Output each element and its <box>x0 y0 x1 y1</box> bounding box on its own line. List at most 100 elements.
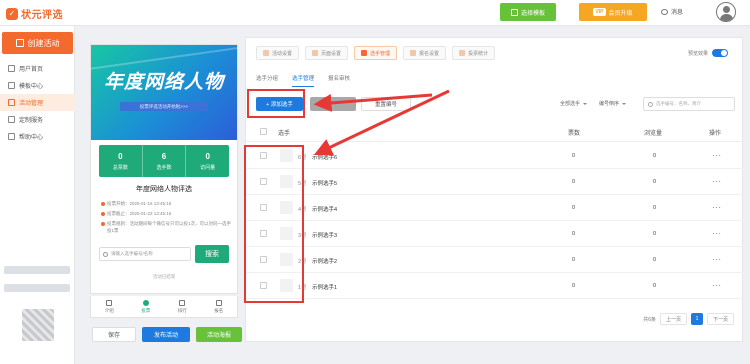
vip-upgrade-button[interactable]: VIP 会员升级 <box>579 3 647 21</box>
player-number: 2号 <box>298 259 307 265</box>
sidebar-item-activity-management[interactable]: 活动管理 <box>0 94 75 111</box>
step-vote-statistics[interactable]: 投票统计 <box>452 46 496 60</box>
player-name: 示例选手4 <box>312 207 338 213</box>
player-search-input[interactable]: 选手编号、名称、简介 <box>643 97 735 111</box>
row-checkbox[interactable] <box>260 178 267 185</box>
save-button[interactable]: 保存 <box>92 327 136 342</box>
rule-icon <box>101 221 105 226</box>
step-page-settings[interactable]: 页面设置 <box>305 46 349 60</box>
preview-search-input[interactable]: 请输入选手编号/名称 <box>99 247 191 261</box>
player-votes: 0 <box>572 153 576 159</box>
row-checkbox[interactable] <box>260 230 267 237</box>
stat-value: 0 <box>205 151 210 161</box>
signup-icon <box>410 50 417 56</box>
player-thumbnail <box>280 279 293 292</box>
stat-player-count: 6 选手数 <box>143 145 187 177</box>
more-actions-icon[interactable]: ··· <box>712 281 722 290</box>
info-end-time: 投票截止：2025-01-23 13:45:16 <box>101 210 231 217</box>
step-player-management[interactable]: 选手管理 <box>354 46 398 60</box>
tab-signup-review[interactable]: 报名审核 <box>328 74 350 87</box>
batch-action-button[interactable] <box>310 97 356 111</box>
app-logo[interactable]: ✓ 状元评选 <box>6 6 63 21</box>
activity-icon <box>8 99 15 106</box>
player-views: 0 <box>653 179 657 185</box>
select-all-checkbox[interactable] <box>260 128 267 135</box>
stat-visits: 0 访问量 <box>186 145 229 177</box>
tab-label: 排行 <box>177 307 187 313</box>
row-checkbox[interactable] <box>260 256 267 263</box>
player-management-panel: 活动设置 页面设置 选手管理 报名设置 投票统计 预览效果 选手分组 选手管理 … <box>245 37 744 342</box>
preview-search-button[interactable]: 搜索 <box>195 245 229 263</box>
banner-title: 年度网络人物 <box>103 72 224 93</box>
player-views: 0 <box>653 153 657 159</box>
table-row: 2号 示例选手2 0 0 ··· <box>246 247 744 273</box>
stats-panel: 0 总票数 6 选手数 0 访问量 <box>99 145 229 177</box>
message-link[interactable]: 消息 <box>661 7 683 16</box>
more-actions-icon[interactable]: ··· <box>712 177 722 186</box>
sort-order-select[interactable]: 编号倒序 <box>599 100 627 107</box>
logo-icon: ✓ <box>6 7 18 20</box>
more-actions-icon[interactable]: ··· <box>712 229 722 238</box>
pagination: 共6条 上一页 1 下一页 <box>643 313 734 325</box>
player-filter-select[interactable]: 全部选手 <box>560 100 588 107</box>
sidebar-item-user-home[interactable]: 用户首页 <box>0 60 75 77</box>
activity-poster-button[interactable]: 活动海报 <box>196 327 242 342</box>
create-activity-button[interactable]: 创建活动 <box>2 32 73 54</box>
preview-switch[interactable] <box>712 49 728 57</box>
help-icon <box>8 133 15 140</box>
tab-player-groups[interactable]: 选手分组 <box>256 74 278 87</box>
settings-steps: 活动设置 页面设置 选手管理 报名设置 投票统计 <box>256 46 501 60</box>
ranking-icon <box>179 299 186 306</box>
sidebar-item-help[interactable]: 帮助中心 <box>0 128 75 145</box>
tab-vote[interactable]: 投票 <box>128 296 165 317</box>
next-page-button[interactable]: 下一页 <box>706 313 734 325</box>
tab-player-management[interactable]: 选手管理 <box>292 74 315 87</box>
sidebar-item-custom-service[interactable]: 定制服务 <box>0 111 75 128</box>
subtabs: 选手分组 选手管理 报名审核 <box>256 74 364 87</box>
player-thumbnail <box>280 201 293 214</box>
tab-intro[interactable]: 介绍 <box>91 296 128 317</box>
preview-tab-bar: 介绍 投票 排行 报名 <box>90 296 238 318</box>
row-checkbox[interactable] <box>260 204 267 211</box>
settings-icon <box>263 50 269 56</box>
choose-template-label: 选择模板 <box>520 10 545 17</box>
table-row: 4号 示例选手4 0 0 ··· <box>246 195 744 221</box>
prev-page-button[interactable]: 上一页 <box>659 313 687 325</box>
current-page-button[interactable]: 1 <box>690 313 703 325</box>
step-signup-settings[interactable]: 报名设置 <box>403 46 447 60</box>
publish-activity-button[interactable]: 发布活动 <box>142 327 190 342</box>
chevron-down-icon <box>583 102 588 105</box>
row-checkbox[interactable] <box>260 282 267 289</box>
statistics-icon <box>459 50 466 56</box>
player-votes: 0 <box>572 257 576 263</box>
more-actions-icon[interactable]: ··· <box>712 151 722 160</box>
qr-code-image <box>22 309 54 341</box>
step-activity-settings[interactable]: 活动设置 <box>256 46 300 60</box>
vip-upgrade-label: 会员升级 <box>608 10 633 17</box>
choose-template-button[interactable]: 选择模板 <box>500 3 556 21</box>
row-checkbox[interactable] <box>260 152 267 159</box>
service-icon <box>8 116 15 123</box>
tab-ranking[interactable]: 排行 <box>164 296 201 317</box>
player-number: 6号 <box>298 155 307 161</box>
add-player-button[interactable]: + 添加选手 <box>256 97 303 111</box>
user-avatar[interactable] <box>716 2 736 22</box>
table-row: 1号 示例选手1 0 0 ··· <box>246 273 744 299</box>
info-text: 投票规则：活动期间每个微信号只可以投1次，可以对同一选手投1票 <box>107 221 232 233</box>
step-label: 投票统计 <box>468 50 489 57</box>
message-label: 消息 <box>671 10 684 16</box>
sort-value: 编号倒序 <box>599 101 620 107</box>
player-views: 0 <box>653 283 657 289</box>
more-actions-icon[interactable]: ··· <box>712 255 722 264</box>
reset-numbering-button[interactable]: 重置编号 <box>361 97 411 111</box>
tab-label: 投票 <box>141 307 151 313</box>
player-name: 示例选手3 <box>312 233 338 239</box>
top-bar: ✓ 状元评选 选择模板 VIP 会员升级 消息 <box>0 0 750 26</box>
player-views: 0 <box>653 205 657 211</box>
more-actions-icon[interactable]: ··· <box>712 203 722 212</box>
tab-label: 介绍 <box>104 307 114 313</box>
preview-banner: 年度网络人物 投票评选活动开始啦>>> <box>91 45 237 140</box>
tab-signup[interactable]: 报名 <box>201 296 238 317</box>
tab-label: 报名 <box>214 307 224 313</box>
sidebar-item-templates[interactable]: 模板中心 <box>0 77 75 94</box>
